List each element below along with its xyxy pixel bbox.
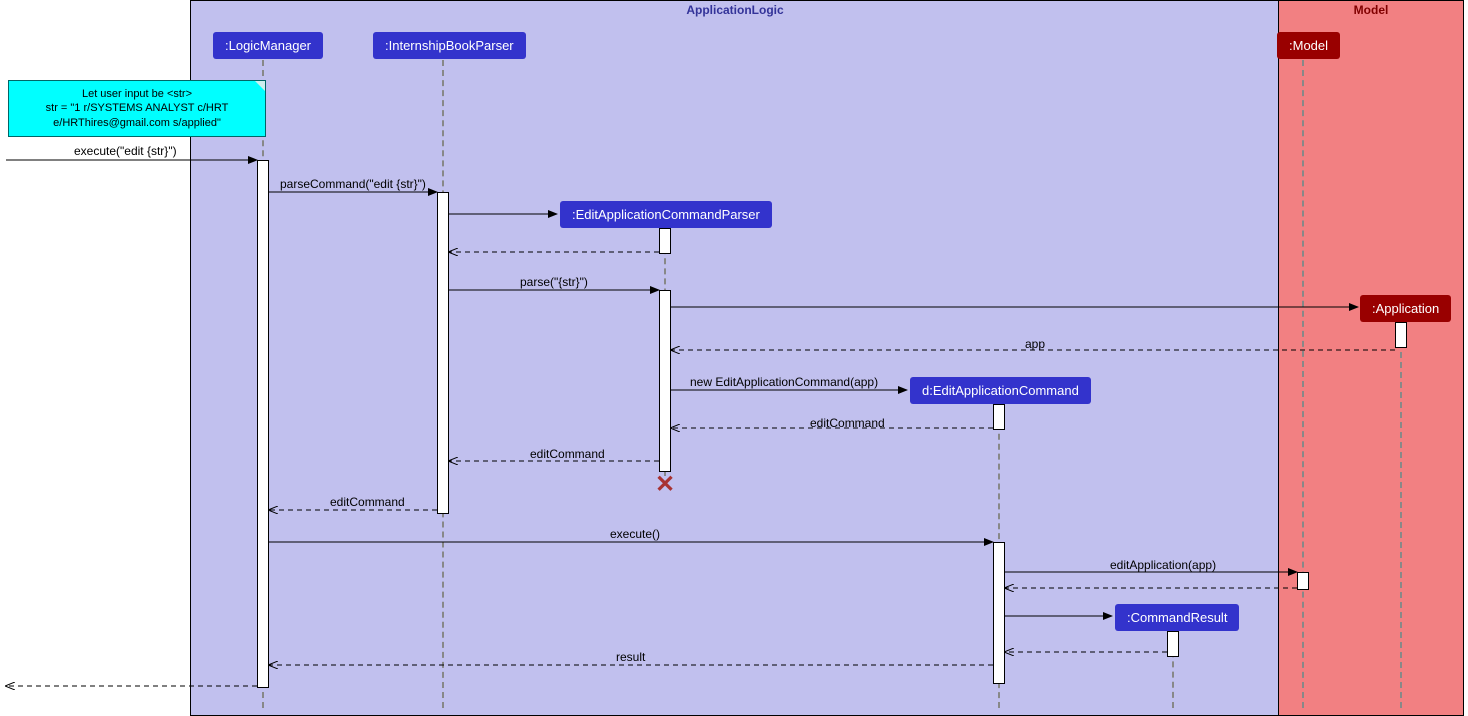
participant-internship-book-parser: :InternshipBookParser	[373, 32, 526, 59]
lifeline-model	[1302, 60, 1304, 708]
activation-eac-create	[993, 404, 1005, 430]
participant-application: :Application	[1360, 295, 1451, 322]
msg-parse-str: parse("{str}")	[520, 275, 588, 289]
activation-internship-book-parser	[437, 192, 449, 514]
activation-application-create	[1395, 322, 1407, 348]
note-line3: e/HRThires@gmail.com s/applied"	[53, 117, 221, 129]
msg-result: result	[616, 650, 645, 664]
msg-edit-cmd-ret3: editCommand	[330, 495, 405, 509]
note-user-input: Let user input be <str> str = "1 r/SYSTE…	[8, 80, 266, 137]
participant-logic-manager: :LogicManager	[213, 32, 323, 59]
participant-command-result: :CommandResult	[1115, 604, 1239, 631]
participant-edit-app-cmd-parser: :EditApplicationCommandParser	[560, 201, 772, 228]
note-line1: Let user input be <str>	[82, 88, 192, 100]
activation-model-editapp	[1297, 572, 1309, 590]
msg-execute: execute()	[610, 527, 660, 541]
msg-edit-application: editApplication(app)	[1110, 558, 1216, 572]
activation-eacp-create	[659, 228, 671, 254]
participant-model: :Model	[1277, 32, 1340, 59]
msg-edit-cmd-ret2: editCommand	[530, 447, 605, 461]
msg-execute-edit: execute("edit {str}")	[74, 144, 177, 158]
destroy-icon: ✕	[655, 470, 675, 499]
note-line2: str = "1 r/SYSTEMS ANALYST c/HRT	[46, 102, 229, 114]
activation-logic-manager	[257, 160, 269, 688]
msg-app: app	[1025, 337, 1045, 351]
activation-command-result-create	[1167, 631, 1179, 657]
msg-new-edit-cmd: new EditApplicationCommand(app)	[690, 375, 878, 389]
msg-edit-cmd-ret1: editCommand	[810, 416, 885, 430]
region-model: Model	[1278, 0, 1464, 716]
participant-edit-app-cmd: d:EditApplicationCommand	[910, 377, 1091, 404]
msg-parse-command: parseCommand("edit {str}")	[280, 177, 426, 191]
region-title-model: Model	[1354, 3, 1389, 17]
activation-eacp-parse	[659, 290, 671, 472]
lifeline-application	[1400, 322, 1402, 708]
activation-eac-execute	[993, 542, 1005, 684]
region-title-app-logic: ApplicationLogic	[686, 3, 783, 17]
